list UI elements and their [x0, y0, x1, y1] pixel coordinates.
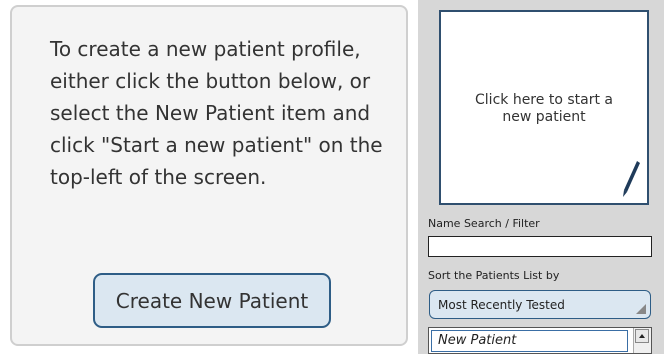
name-filter-label: Name Search / Filter: [428, 217, 540, 230]
instructions-text: To create a new patient profile, either …: [50, 37, 383, 189]
patients-list-scrollbar[interactable]: [633, 328, 651, 353]
start-new-patient-tile[interactable]: Click here to start a new patient: [439, 10, 649, 205]
patients-sidebar: Click here to start a new patient Name S…: [418, 0, 664, 354]
name-filter-input[interactable]: [428, 236, 652, 257]
patients-list[interactable]: New Patient: [428, 327, 652, 354]
create-new-patient-button[interactable]: Create New Patient: [93, 273, 331, 328]
sort-selected-value: Most Recently Tested: [438, 297, 565, 312]
dropdown-arrow-icon: [636, 304, 646, 314]
scroll-up-arrow-icon[interactable]: [635, 329, 649, 343]
sort-label: Sort the Patients List by: [428, 269, 560, 282]
pencil-icon: [623, 161, 640, 197]
instructions-panel: To create a new patient profile, either …: [10, 5, 408, 346]
start-new-patient-text: Click here to start a new patient: [475, 92, 613, 125]
sort-select[interactable]: Most Recently Tested: [429, 290, 651, 319]
list-item[interactable]: New Patient: [431, 330, 628, 352]
